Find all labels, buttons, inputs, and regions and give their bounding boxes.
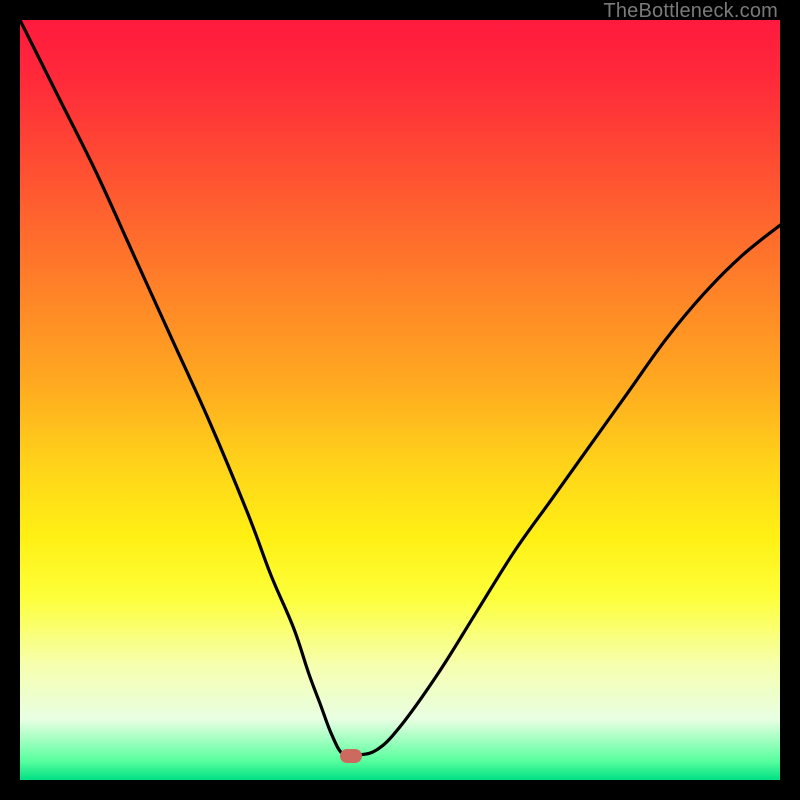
bottleneck-curve [20, 20, 780, 780]
optimal-point-marker [340, 749, 362, 763]
plot-area [20, 20, 780, 780]
watermark-text: TheBottleneck.com [603, 0, 778, 23]
chart-frame: TheBottleneck.com [0, 0, 800, 800]
